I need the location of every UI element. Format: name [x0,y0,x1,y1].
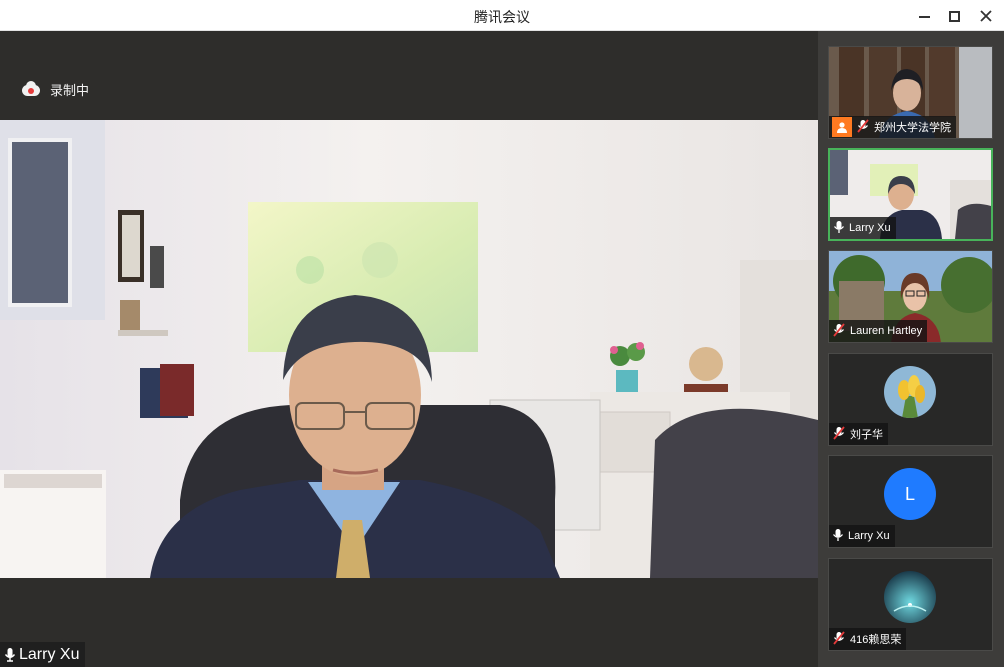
participant-label: 刘子华 [829,423,888,445]
close-icon [980,10,992,22]
recording-indicator[interactable]: 录制中 [21,80,89,99]
participant-avatar [884,366,936,418]
window-titlebar: 腾讯会议 [0,0,1004,31]
participant-avatar [884,571,936,623]
participant-name: Larry Xu [849,222,891,234]
close-button[interactable] [975,5,997,27]
recording-label: 录制中 [50,83,90,98]
microphone-icon [832,528,844,545]
participant-label: Larry Xu [830,217,896,239]
participant-tile-active[interactable]: Larry Xu [828,148,993,241]
microphone-icon [4,647,16,663]
minimize-icon [918,15,930,18]
mic-muted-icon [832,630,846,648]
minimize-button[interactable] [913,5,935,27]
participant-tile[interactable]: L Larry Xu [828,455,993,548]
mic-muted-icon [856,118,870,136]
participant-name: 刘子华 [850,429,883,441]
participant-name: Lauren Hartley [850,325,923,337]
maximize-icon [948,10,960,22]
participant-sidebar: 郑州大学法学院 Larry Xu Lauren Hartley 刘子华 L La… [818,31,1004,667]
cloud-recording-icon [21,80,41,97]
participant-label: Larry Xu [829,525,895,547]
participant-tile[interactable]: 郑州大学法学院 [828,46,993,139]
participant-tile[interactable]: 刘子华 [828,353,993,446]
participant-tile[interactable]: Lauren Hartley [828,250,993,343]
participant-tile[interactable]: 416赖思荣 [828,558,993,651]
participant-name: 416赖思荣 [850,634,902,646]
main-video[interactable] [0,120,818,578]
speaker-video-frame [0,120,818,578]
participant-label: 郑州大学法学院 [829,116,956,138]
window-title: 腾讯会议 [474,9,530,25]
participant-label: Lauren Hartley [829,320,928,342]
main-stage: 录制中 Larry Xu [0,31,818,667]
microphone-icon [833,220,845,237]
participant-label: 416赖思荣 [829,628,907,650]
maximize-button[interactable] [943,5,965,27]
mic-muted-icon [832,322,846,340]
host-badge-icon [832,117,852,137]
main-speaker-name-tag: Larry Xu [0,642,86,667]
mic-muted-icon [832,425,846,443]
main-speaker-name: Larry Xu [19,645,80,663]
participant-avatar-letter: L [884,468,936,520]
participant-name: 郑州大学法学院 [874,122,951,134]
participant-name: Larry Xu [848,530,890,542]
